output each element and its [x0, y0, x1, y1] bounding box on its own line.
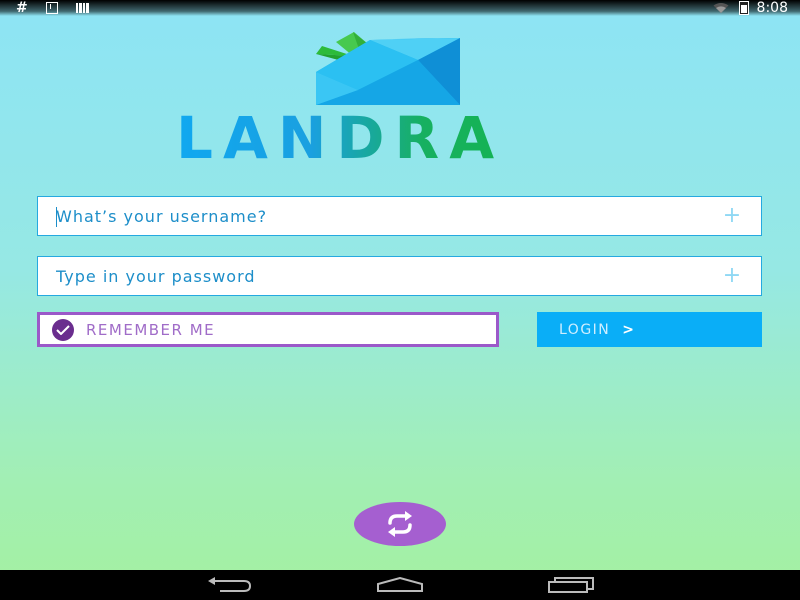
- password-input[interactable]: [38, 257, 717, 295]
- plus-icon[interactable]: +: [717, 265, 747, 287]
- status-bar-notifications: #: [16, 0, 89, 16]
- logo-gem-icon: [316, 32, 460, 105]
- status-bar-system: 8:08: [711, 0, 788, 16]
- remember-me-checkbox[interactable]: REMEMBER ME: [37, 312, 499, 347]
- sync-button[interactable]: [354, 502, 446, 546]
- wifi-icon: [713, 3, 729, 13]
- hash-icon: #: [16, 0, 28, 16]
- password-field[interactable]: +: [37, 256, 762, 296]
- brand-logo-text: LANDRA: [176, 106, 626, 170]
- battery-charging-icon: [738, 1, 749, 15]
- sync-icon: [388, 511, 412, 537]
- status-time: 8:08: [756, 0, 788, 16]
- text-cursor: [56, 207, 57, 227]
- download-icon: [45, 2, 58, 14]
- login-screen: # 8:08 LANDRA +: [0, 0, 800, 600]
- remember-me-label: REMEMBER ME: [86, 320, 216, 339]
- checkmark-icon[interactable]: [52, 318, 74, 341]
- back-button[interactable]: [204, 575, 254, 595]
- chevron-right-icon: >: [622, 321, 636, 338]
- plus-icon[interactable]: +: [717, 205, 747, 227]
- navigation-bar: [0, 570, 800, 600]
- login-button[interactable]: LOGIN >: [537, 312, 762, 347]
- status-bar: # 8:08: [0, 0, 800, 16]
- username-field[interactable]: +: [37, 196, 762, 236]
- barcode-icon: [75, 3, 89, 13]
- home-button[interactable]: [375, 575, 425, 595]
- login-button-label: LOGIN: [559, 321, 611, 338]
- username-input[interactable]: [38, 197, 717, 235]
- recent-apps-button[interactable]: [546, 575, 596, 595]
- recent-apps-icon: [548, 577, 594, 593]
- home-icon: [377, 577, 423, 592]
- back-icon: [208, 577, 252, 592]
